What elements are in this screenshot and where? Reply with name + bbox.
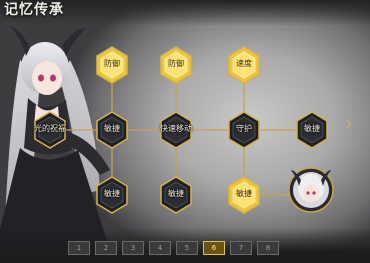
- page-tab-6[interactable]: 6: [203, 241, 225, 255]
- skill-node-mid1[interactable]: 敏捷: [95, 111, 129, 149]
- page-tab-2[interactable]: 2: [95, 241, 117, 255]
- skill-node-label: 守护: [236, 124, 252, 133]
- skill-node-label: 敏捷: [236, 189, 252, 198]
- skill-node-label: 敏捷: [104, 189, 120, 198]
- skill-node-bot2[interactable]: 敏捷: [159, 176, 193, 214]
- page-tab-5[interactable]: 5: [176, 241, 198, 255]
- page-tab-4[interactable]: 4: [149, 241, 171, 255]
- skill-node-bot3[interactable]: 敏捷: [227, 176, 261, 214]
- skill-node-mid4[interactable]: 敏捷: [295, 111, 329, 149]
- page-tab-1[interactable]: 1: [68, 241, 90, 255]
- character-portrait[interactable]: [287, 166, 335, 214]
- skill-node-bot1[interactable]: 敏捷: [95, 176, 129, 214]
- skill-node-top2[interactable]: 防御: [159, 46, 193, 84]
- page-tab-8[interactable]: 8: [257, 241, 279, 255]
- page-tab-7[interactable]: 7: [230, 241, 252, 255]
- skill-node-mid0[interactable]: 光的祝福: [33, 111, 67, 149]
- page-tab-3[interactable]: 3: [122, 241, 144, 255]
- skill-node-mid3[interactable]: 守护: [227, 111, 261, 149]
- skill-node-label: 防御: [168, 59, 184, 68]
- next-page-chevron-right-icon[interactable]: ›: [345, 112, 355, 134]
- skill-node-label: 光的祝福: [34, 124, 66, 133]
- memory-inheritance-screen: 记忆传承 防御 防御 速度 光的祝福 敏捷 快速移动 守护 敏捷 敏捷 敏捷 敏捷 › 123456…: [0, 0, 370, 263]
- skill-node-label: 防御: [104, 59, 120, 68]
- skill-node-label: 速度: [236, 59, 252, 68]
- skill-node-top3[interactable]: 速度: [227, 46, 261, 84]
- skill-node-mid2[interactable]: 快速移动: [159, 111, 193, 149]
- skill-node-label: 敏捷: [104, 124, 120, 133]
- page-tabs: 12345678: [68, 241, 279, 257]
- skill-node-label: 快速移动: [160, 124, 192, 133]
- skill-node-top1[interactable]: 防御: [95, 46, 129, 84]
- skill-node-label: 敏捷: [168, 189, 184, 198]
- skill-node-label: 敏捷: [304, 124, 320, 133]
